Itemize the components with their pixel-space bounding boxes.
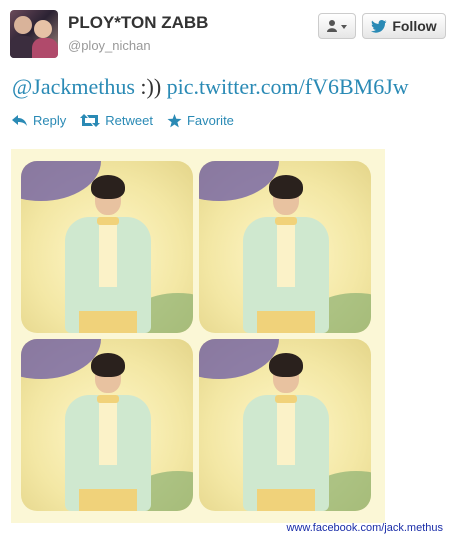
favorite-action[interactable]: Favorite xyxy=(167,113,234,128)
tile-decoration xyxy=(199,339,279,379)
figure-bowtie xyxy=(97,217,119,225)
star-icon xyxy=(167,113,182,127)
mention-link[interactable]: @Jackmethus xyxy=(12,74,135,99)
avatar-face-1 xyxy=(14,16,32,34)
figure-bowtie xyxy=(97,395,119,403)
avatar-face-2 xyxy=(34,20,52,38)
follow-label: Follow xyxy=(392,18,437,34)
user-icon xyxy=(327,20,347,32)
profile-avatar[interactable] xyxy=(10,10,58,58)
figure-pants xyxy=(257,489,315,511)
figure-bowtie xyxy=(275,395,297,403)
profile-handle[interactable]: @ploy_nichan xyxy=(68,38,151,53)
retweet-action[interactable]: Retweet xyxy=(80,113,153,128)
retweet-icon xyxy=(80,114,101,127)
favorite-label: Favorite xyxy=(186,113,234,128)
twitter-bird-icon xyxy=(371,19,387,33)
reply-icon xyxy=(12,114,27,126)
follow-button[interactable]: Follow xyxy=(362,13,446,39)
figure-hair xyxy=(269,353,303,377)
photo-watermark: www.facebook.com/jack.methus xyxy=(286,522,443,534)
figure-shirt xyxy=(277,395,295,465)
tile-decoration xyxy=(21,339,101,379)
user-actions-button[interactable] xyxy=(318,13,356,39)
tweet-emoticon: :)) xyxy=(134,74,167,99)
avatar-body-2 xyxy=(32,38,58,58)
figure-shirt xyxy=(99,395,117,465)
profile-name[interactable]: PLOY*TON ZABB xyxy=(68,13,208,33)
photo-tile xyxy=(21,161,193,333)
tweet-text: @Jackmethus :)) pic.twitter.com/fV6BM6Jw xyxy=(12,74,452,100)
tweet-actions: Reply Retweet Favorite xyxy=(12,113,234,128)
figure-pants xyxy=(79,311,137,333)
tile-decoration xyxy=(21,161,101,201)
tile-decoration xyxy=(199,161,279,201)
figure-shirt xyxy=(99,217,117,287)
figure-hair xyxy=(91,175,125,199)
retweet-label: Retweet xyxy=(105,113,153,128)
figure-bowtie xyxy=(275,217,297,225)
pic-link[interactable]: pic.twitter.com/fV6BM6Jw xyxy=(167,74,409,99)
photo-tile xyxy=(199,161,371,333)
tweet-photo[interactable] xyxy=(11,149,385,523)
figure-hair xyxy=(91,353,125,377)
figure-pants xyxy=(257,311,315,333)
figure-hair xyxy=(269,175,303,199)
figure-pants xyxy=(79,489,137,511)
photo-tile xyxy=(21,339,193,511)
figure-shirt xyxy=(277,217,295,287)
reply-label: Reply xyxy=(33,113,67,128)
reply-action[interactable]: Reply xyxy=(12,113,66,128)
photo-tile xyxy=(199,339,371,511)
